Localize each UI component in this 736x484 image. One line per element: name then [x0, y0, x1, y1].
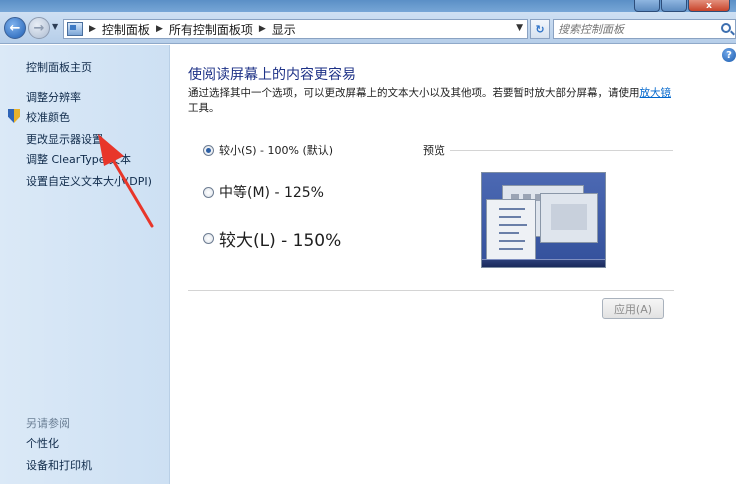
minimize-button[interactable] [634, 0, 660, 12]
page-description: 通过选择其中一个选项，可以更改屏幕上的文本大小以及其他项。若要暂时放大部分屏幕，… [188, 86, 676, 116]
back-arrow-icon: ← [9, 20, 21, 36]
sidebar-item-home[interactable]: 控制面板主页 [26, 59, 92, 75]
option-small[interactable]: 较小(S) - 100% (默认) [203, 142, 333, 158]
breadcrumb-all-items[interactable]: 所有控制面板项 [169, 21, 253, 38]
option-label: 较大(L) - 150% [219, 231, 342, 251]
close-button[interactable]: x [688, 0, 730, 12]
description-text: 通过选择其中一个选项，可以更改屏幕上的文本大小以及其他项。若要暂时放大部分屏幕，… [188, 87, 640, 99]
control-panel-icon [67, 22, 83, 36]
history-dropdown-icon[interactable]: ▼ [52, 22, 58, 31]
refresh-icon: ↻ [535, 22, 545, 36]
shield-icon [8, 109, 20, 123]
breadcrumb-separator-icon[interactable]: ▶ [89, 24, 96, 34]
sidebar-item-personalize[interactable]: 个性化 [26, 435, 59, 451]
maximize-button[interactable] [661, 0, 687, 12]
sidebar-item-calibrate-color[interactable]: 校准颜色 [26, 109, 70, 125]
preview-divider [450, 150, 673, 151]
preview-label: 预览 [423, 144, 445, 157]
description-tail: 工具。 [188, 102, 220, 114]
breadcrumb-separator-icon[interactable]: ▶ [156, 24, 163, 34]
search-input[interactable] [558, 22, 708, 36]
option-label: 中等(M) - 125% [219, 185, 324, 201]
radio-button[interactable] [203, 233, 214, 244]
window-controls: x [634, 0, 730, 12]
preview-window [486, 199, 536, 261]
sidebar-item-resolution[interactable]: 调整分辨率 [26, 89, 81, 105]
option-label: 较小(S) - 100% (默认) [219, 144, 334, 157]
forward-arrow-icon: → [33, 20, 45, 36]
sidebar-item-cleartype[interactable]: 调整 ClearType 文本 [26, 151, 131, 167]
window-frame: x [0, 0, 736, 12]
option-medium[interactable]: 中等(M) - 125% [203, 182, 324, 202]
address-dropdown-icon[interactable]: ▼ [516, 23, 523, 33]
breadcrumb-control-panel[interactable]: 控制面板 [102, 21, 150, 38]
search-icon[interactable] [721, 23, 731, 33]
sidebar-item-devices-printers[interactable]: 设备和打印机 [26, 457, 92, 473]
breadcrumb-display[interactable]: 显示 [272, 21, 296, 38]
see-also-heading: 另请参阅 [26, 417, 70, 430]
page-title: 使阅读屏幕上的内容更容易 [188, 67, 356, 83]
radio-button[interactable] [203, 186, 214, 198]
preview-window [540, 193, 598, 243]
back-button[interactable]: ← [4, 17, 26, 39]
refresh-button[interactable]: ↻ [530, 19, 550, 39]
radio-button[interactable] [203, 144, 214, 156]
content-divider [188, 290, 674, 291]
sidebar-item-custom-dpi[interactable]: 设置自定义文本大小(DPI) [26, 173, 152, 189]
option-large[interactable]: 较大(L) - 150% [203, 226, 341, 251]
sidebar-item-display-settings[interactable]: 更改显示器设置 [26, 131, 103, 147]
close-icon: x [706, 1, 712, 11]
sidebar: 控制面板主页 调整分辨率 校准颜色 更改显示器设置 调整 ClearType 文… [0, 45, 170, 484]
apply-button[interactable]: 应用(A) [602, 298, 664, 319]
address-bar[interactable]: ▶ 控制面板 ▶ 所有控制面板项 ▶ 显示 ▼ [63, 19, 528, 39]
help-icon[interactable]: ? [722, 48, 736, 62]
breadcrumb-separator-icon[interactable]: ▶ [259, 24, 266, 34]
navigation-bar: ← → ▼ ▶ 控制面板 ▶ 所有控制面板项 ▶ 显示 ▼ ↻ [0, 12, 736, 44]
preview-image [481, 172, 606, 268]
preview-taskbar [482, 259, 605, 267]
forward-button[interactable]: → [28, 17, 50, 39]
search-box [553, 19, 736, 39]
magnifier-link[interactable]: 放大镜 [640, 87, 672, 99]
